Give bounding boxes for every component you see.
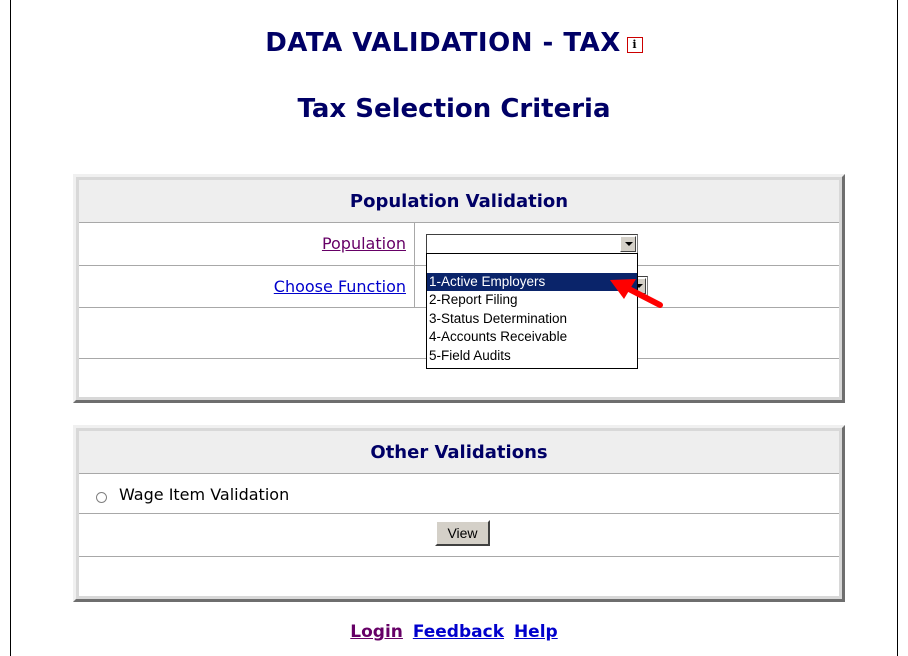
footer-links: Login Feedback Help	[0, 622, 908, 642]
help-link[interactable]: Help	[514, 622, 558, 642]
login-link[interactable]: Login	[350, 622, 403, 642]
pointer-arrow-icon	[610, 279, 663, 308]
feedback-link[interactable]: Feedback	[413, 622, 504, 642]
